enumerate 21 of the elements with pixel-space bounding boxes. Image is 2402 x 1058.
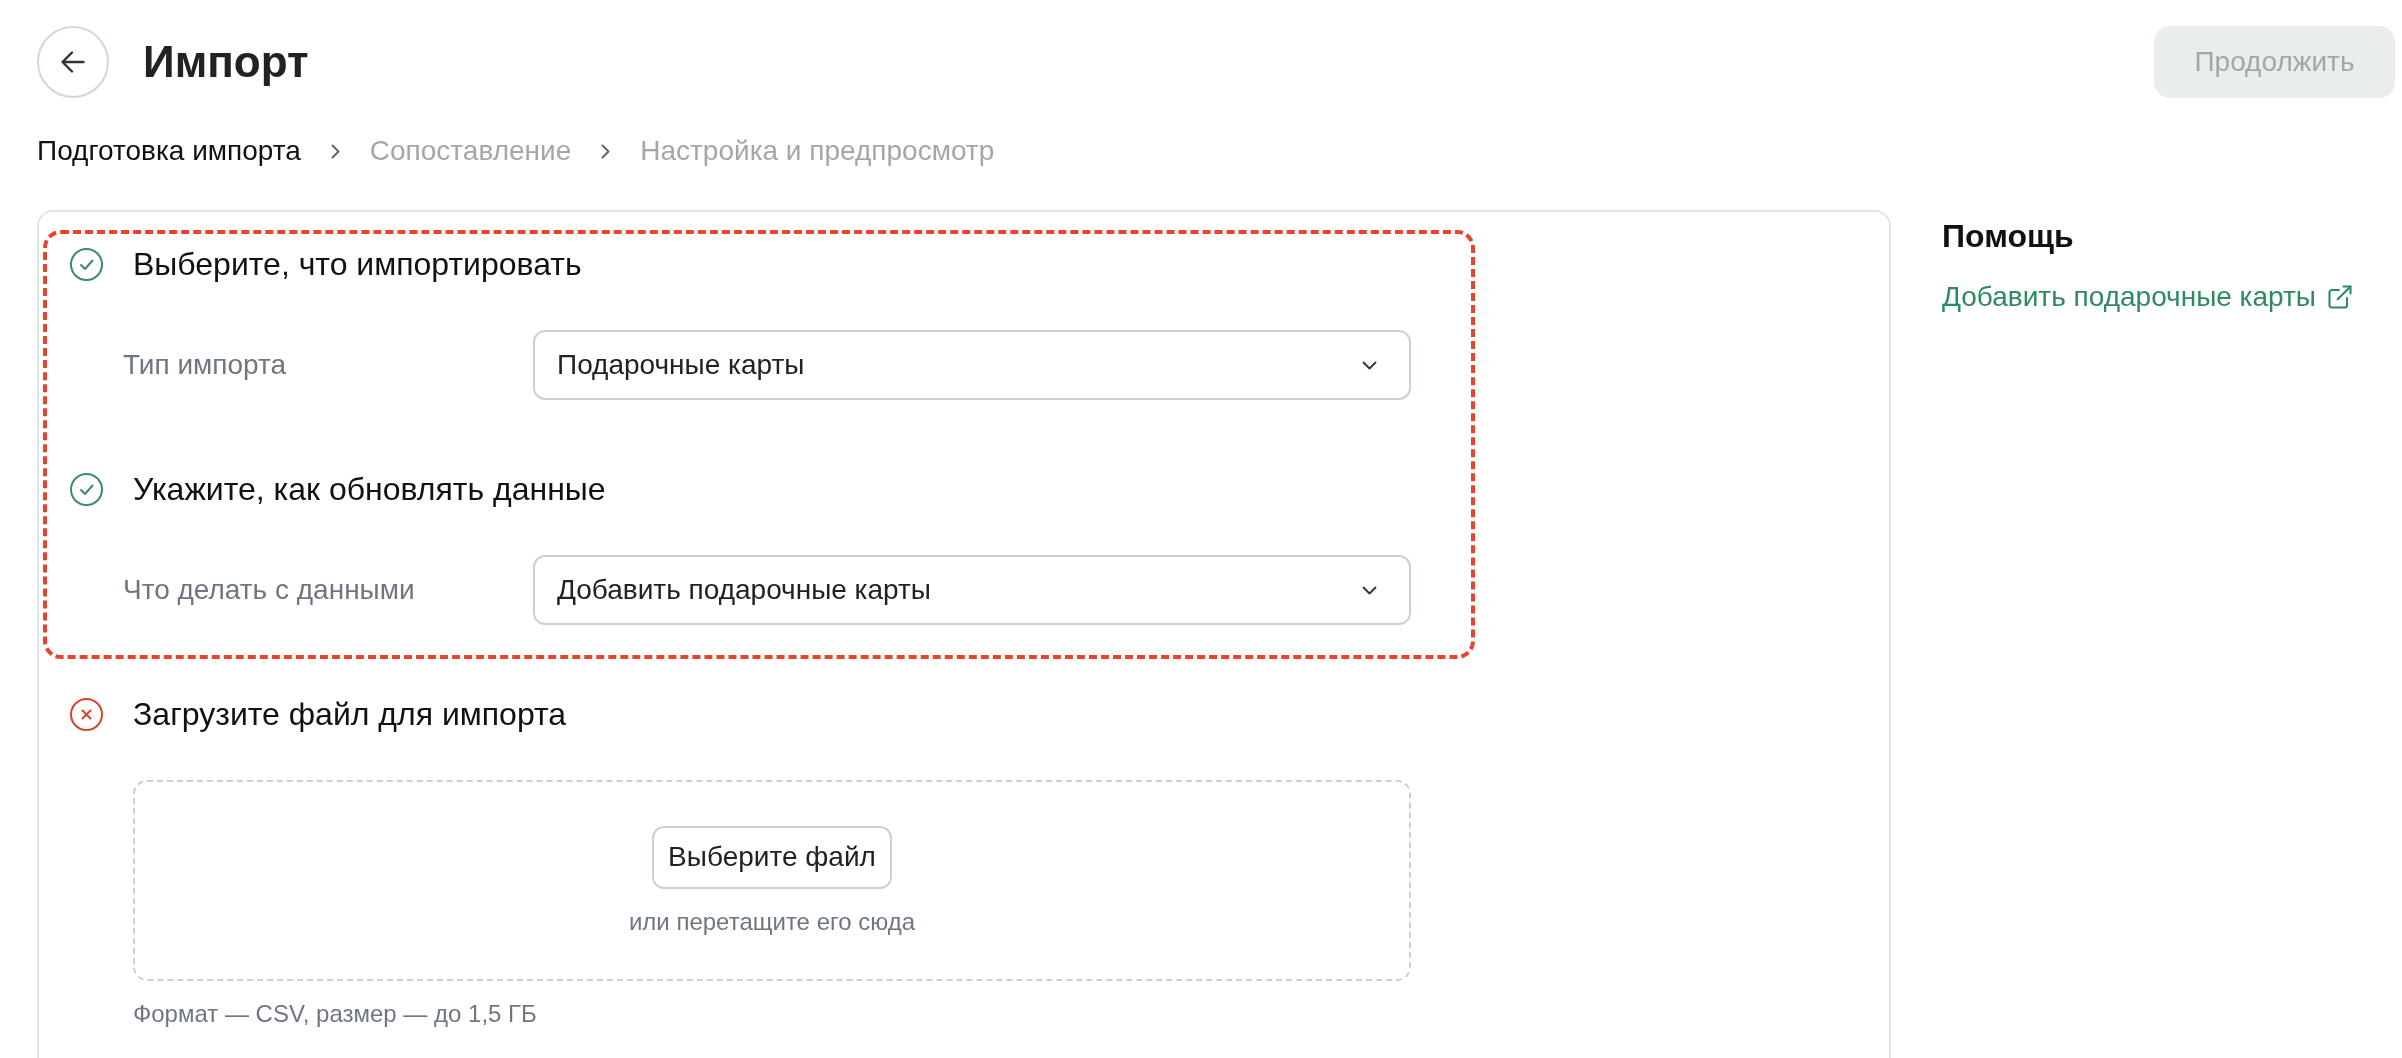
drop-hint: или перетащите его сюда xyxy=(628,907,916,936)
chevron-right-icon xyxy=(601,143,611,159)
arrow-left-icon xyxy=(61,51,85,73)
section-title: Укажите, как обновлять данные xyxy=(133,470,606,509)
chevron-right-icon xyxy=(330,143,340,159)
select-field[interactable]: Добавить подарочные карты xyxy=(533,555,1411,625)
choose-file-button[interactable]: Выберите файл xyxy=(652,825,892,889)
chevron-down-icon xyxy=(1362,585,1377,595)
file-drop-zone[interactable]: Выберите файл или перетащите его сюда xyxy=(133,780,1411,981)
breadcrumb-step[interactable]: Подготовка импорта xyxy=(37,135,301,167)
section-title: Выберите, что импортировать xyxy=(133,245,582,284)
select-field[interactable]: Подарочные карты xyxy=(533,330,1411,400)
section-title: Загрузите файл для импорта xyxy=(133,695,567,734)
field-label: Что делать с данными xyxy=(123,573,416,607)
help-link[interactable]: Добавить подарочные карты xyxy=(1942,281,2354,313)
format-note: Формат — CSV, размер — до 1,5 ГБ xyxy=(133,999,538,1029)
chevron-down-icon xyxy=(1362,360,1377,370)
page-title: Импорт xyxy=(143,36,309,88)
field-label: Тип импорта xyxy=(123,348,288,382)
help-title: Помощь xyxy=(1942,220,2075,252)
external-link-icon xyxy=(2325,283,2354,311)
